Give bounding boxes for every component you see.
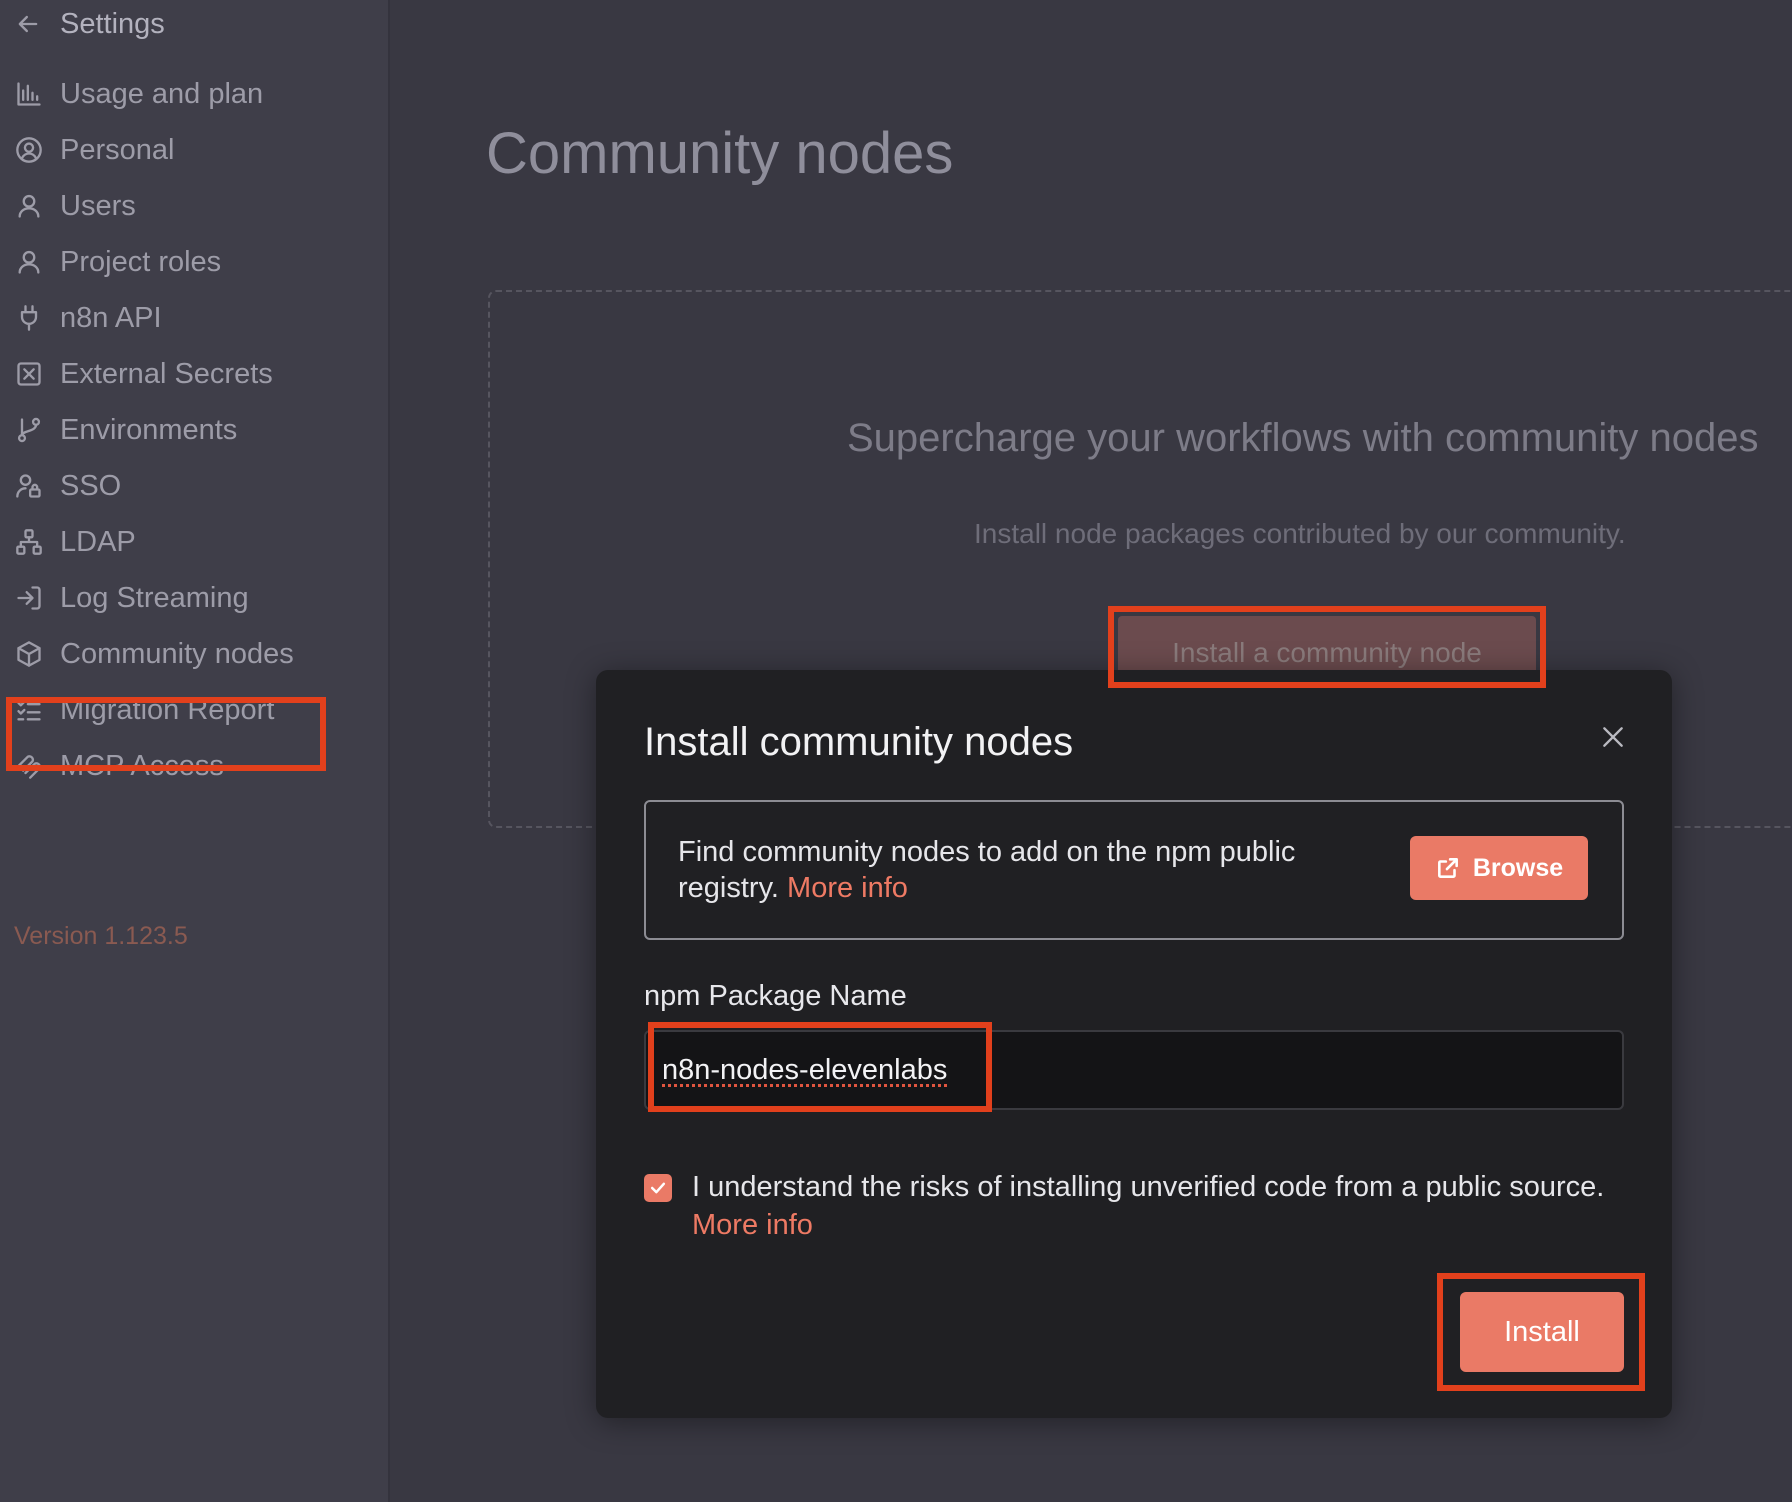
vault-icon [14, 359, 44, 389]
network-icon [14, 527, 44, 557]
sidebar-item-label: SSO [60, 469, 122, 502]
user-icon [14, 247, 44, 277]
sidebar-item-mcp-access[interactable]: MCP Access [14, 742, 224, 790]
sidebar-item-label: External Secrets [60, 357, 273, 390]
sidebar-item-personal[interactable]: Personal [14, 126, 174, 174]
sidebar-item-label: Project roles [60, 245, 222, 278]
settings-sidebar: Settings Usage and plan Personal Users P… [0, 0, 390, 1502]
risk-acknowledgement-text: I understand the risks of installing unv… [692, 1171, 1605, 1203]
npm-info-text: Find community nodes to add on the npm p… [678, 834, 1358, 906]
external-link-icon [1437, 858, 1458, 878]
sidebar-item-community-nodes[interactable]: Community nodes [14, 630, 294, 678]
sidebar-item-project-roles[interactable]: Project roles [14, 238, 221, 286]
sidebar-item-label: MCP Access [60, 749, 224, 782]
package-name-input[interactable]: n8n-nodes-elevenlabs [644, 1030, 1624, 1110]
risk-more-info-link[interactable]: More info [692, 1206, 813, 1244]
close-icon [1603, 727, 1623, 747]
install-community-nodes-dialog: Install community nodes Find community n… [596, 670, 1672, 1418]
sidebar-item-users[interactable]: Users [14, 182, 136, 230]
sidebar-item-sso[interactable]: SSO [14, 462, 121, 510]
git-branch-icon [14, 415, 44, 445]
check-icon [650, 1182, 666, 1194]
package-name-value: n8n-nodes-elevenlabs [662, 1053, 948, 1086]
sidebar-item-label: n8n API [60, 301, 162, 334]
npm-info-box: Find community nodes to add on the npm p… [644, 800, 1624, 940]
sidebar-item-label: Personal [60, 133, 175, 166]
sign-in-icon [14, 583, 44, 613]
info-text: Find community nodes to add on the npm p… [678, 836, 1296, 904]
settings-label: Settings [60, 7, 165, 40]
browse-button[interactable]: Browse [1410, 836, 1588, 900]
sidebar-item-ldap[interactable]: LDAP [14, 518, 136, 566]
sidebar-item-environments[interactable]: Environments [14, 406, 237, 454]
info-more-link[interactable]: More info [787, 872, 908, 904]
page-title: Community nodes [486, 121, 954, 186]
install-button[interactable]: Install [1460, 1292, 1624, 1372]
list-checks-icon [14, 695, 44, 725]
sidebar-item-n8n-api[interactable]: n8n API [14, 294, 162, 342]
sidebar-item-label: Migration Report [60, 693, 275, 726]
user-icon [14, 191, 44, 221]
cube-icon [14, 639, 44, 669]
plug-icon [14, 303, 44, 333]
package-name-label: npm Package Name [644, 980, 907, 1012]
risk-checkbox[interactable] [644, 1174, 672, 1202]
empty-state-title: Supercharge your workflows with communit… [847, 416, 1759, 460]
sidebar-item-log-streaming[interactable]: Log Streaming [14, 574, 249, 622]
back-to-settings[interactable]: Settings [14, 4, 165, 44]
version-label: Version 1.123.5 [14, 922, 188, 950]
sidebar-item-label: Environments [60, 413, 238, 446]
sidebar-item-migration-report[interactable]: Migration Report [14, 686, 274, 734]
sidebar-item-label: Log Streaming [60, 581, 249, 614]
app-window: Settings Usage and plan Personal Users P… [0, 0, 1792, 1502]
empty-state-subtitle: Install node packages contributed by our… [974, 518, 1626, 549]
user-circle-icon [14, 135, 44, 165]
user-lock-icon [14, 471, 44, 501]
sidebar-item-label: LDAP [60, 525, 136, 558]
sidebar-item-external-secrets[interactable]: External Secrets [14, 350, 273, 398]
chart-bar-icon [14, 79, 44, 109]
close-button[interactable] [1596, 720, 1630, 754]
dialog-title: Install community nodes [644, 720, 1074, 764]
mcp-icon [14, 751, 44, 781]
sidebar-item-label: Community nodes [60, 637, 294, 670]
arrow-left-icon [18, 15, 38, 33]
sidebar-item-usage-and-plan[interactable]: Usage and plan [14, 70, 263, 118]
browse-label: Browse [1472, 853, 1564, 882]
sidebar-item-label: Users [60, 189, 136, 222]
sidebar-item-label: Usage and plan [60, 77, 264, 110]
